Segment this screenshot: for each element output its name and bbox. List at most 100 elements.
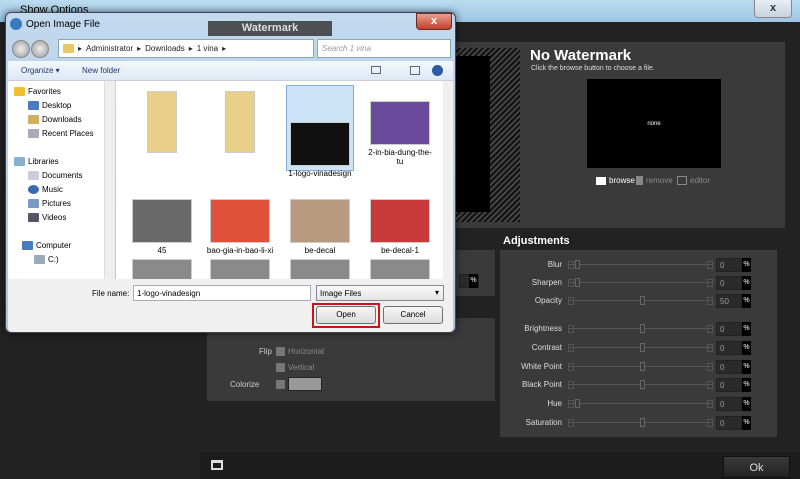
search-input[interactable]: Search 1 vina: [317, 39, 451, 58]
dialog-close-button[interactable]: x: [416, 13, 452, 30]
adjustment-slider-thumb[interactable]: [640, 296, 645, 305]
adjustment-value-input[interactable]: 0: [716, 258, 742, 272]
file-name: be-decal: [304, 246, 336, 255]
file-item[interactable]: 1-logo-vinadesign: [286, 85, 354, 178]
forward-button[interactable]: [31, 40, 49, 58]
adjustment-row: Sharpen 0 %: [500, 276, 777, 290]
file-item[interactable]: [206, 259, 274, 279]
browse-label: browse: [609, 176, 635, 185]
organize-menu[interactable]: Organize ▾: [21, 66, 60, 75]
window-close-button[interactable]: x: [754, 0, 792, 18]
nav-downloads[interactable]: Downloads: [28, 115, 82, 124]
filetype-select[interactable]: Image Files ▾: [316, 285, 444, 301]
adjustment-slider-thumb[interactable]: [640, 362, 645, 371]
adjustment-slider-track[interactable]: [568, 403, 712, 404]
breadcrumb-item[interactable]: 1 vina: [197, 44, 218, 53]
computer-icon: [22, 241, 33, 250]
preview-pane-icon[interactable]: [410, 66, 420, 75]
adjustment-slider-thumb[interactable]: [575, 260, 580, 269]
nav-label: Computer: [36, 241, 72, 250]
address-bar[interactable]: ▸ Administrator ▸ Downloads ▸ 1 vina ▸: [58, 39, 314, 58]
adjustment-value-input[interactable]: 0: [716, 276, 742, 290]
slider-min-cap: [568, 261, 574, 269]
file-item[interactable]: [206, 87, 274, 156]
adjustment-value-input[interactable]: 50: [716, 294, 742, 308]
breadcrumb-sep: ▸: [78, 44, 83, 53]
adjustment-slider-track[interactable]: [568, 264, 712, 265]
nav-label: Pictures: [42, 199, 71, 208]
nav-drive[interactable]: C:): [34, 255, 59, 264]
percent-label: %: [742, 416, 751, 430]
adjustment-value-input[interactable]: 0: [716, 378, 742, 392]
adjustment-row: Brightness 0 %: [500, 322, 777, 336]
nav-scrollbar[interactable]: [105, 81, 115, 279]
adjustment-value-input[interactable]: 0: [716, 322, 742, 336]
colorize-color-swatch[interactable]: [288, 377, 322, 391]
adjustment-slider-track[interactable]: [568, 282, 712, 283]
slider-max-cap: [707, 419, 713, 427]
adjustment-slider-thumb[interactable]: [640, 418, 645, 427]
adjustment-slider-thumb[interactable]: [640, 324, 645, 333]
breadcrumb-item[interactable]: Administrator: [86, 44, 133, 53]
tab-watermark[interactable]: Watermark: [208, 21, 332, 36]
colorize-label: Colorize: [230, 380, 260, 389]
nav-libraries[interactable]: Libraries: [14, 157, 59, 166]
filename-input[interactable]: 1-logo-vinadesign: [133, 285, 311, 301]
adjustment-slider-thumb[interactable]: [640, 380, 645, 389]
file-name: be-decal-1: [381, 246, 419, 255]
adjustment-value-input[interactable]: 0: [716, 416, 742, 430]
adjustment-value-input[interactable]: 0: [716, 360, 742, 374]
back-button[interactable]: [12, 40, 30, 58]
nav-documents[interactable]: Documents: [28, 171, 82, 180]
nav-favorites[interactable]: Favorites: [14, 87, 61, 96]
view-icon[interactable]: [371, 66, 381, 74]
file-thumbnail: [290, 199, 350, 243]
colorize-checkbox[interactable]: [276, 380, 285, 389]
nav-music[interactable]: Music: [28, 185, 63, 194]
adjustment-value-input[interactable]: 0: [716, 341, 742, 355]
file-item[interactable]: [286, 259, 354, 279]
percent-label: %: [742, 397, 751, 411]
folder-icon: [63, 44, 74, 53]
flip-horizontal-checkbox[interactable]: [276, 347, 285, 356]
file-list: 1-logo-vinadesign 2-in-bia-dung-the-tu 45 b…: [116, 81, 443, 279]
file-list-scrollbar[interactable]: [443, 81, 453, 279]
remove-button[interactable]: remove: [636, 176, 673, 185]
nav-pictures[interactable]: Pictures: [28, 199, 71, 208]
nav-videos[interactable]: Videos: [28, 213, 66, 222]
file-item[interactable]: 2-in-bia-dung-the-tu: [366, 87, 434, 166]
cancel-button[interactable]: Cancel: [383, 306, 443, 324]
adjustment-label: Contrast: [531, 343, 562, 352]
navigation-pane: Favorites Desktop Downloads Recent Place…: [8, 81, 105, 279]
adjustment-slider-thumb[interactable]: [575, 278, 580, 287]
file-item[interactable]: 45: [128, 185, 196, 255]
adjustment-slider-thumb[interactable]: [640, 343, 645, 352]
new-folder-button[interactable]: New folder: [82, 66, 120, 75]
file-item[interactable]: [128, 87, 196, 156]
filename-label: File name:: [92, 289, 130, 298]
breadcrumb-sep: ▸: [222, 44, 227, 53]
open-button[interactable]: Open: [316, 306, 376, 324]
browse-button[interactable]: browse: [596, 176, 635, 185]
adjustment-row: Saturation 0 %: [500, 416, 777, 430]
file-thumbnail: [147, 91, 177, 153]
file-item[interactable]: bao-gia-in-bao-li-xi: [206, 185, 274, 255]
adjustment-row: Contrast 0 %: [500, 341, 777, 355]
file-item[interactable]: [128, 259, 196, 279]
window-mode-icon[interactable]: [211, 460, 223, 470]
nav-computer[interactable]: Computer: [22, 241, 71, 250]
file-item[interactable]: be-decal-1: [366, 185, 434, 255]
folder-icon: [596, 176, 606, 185]
editor-button[interactable]: editor: [677, 176, 710, 185]
adjustment-value-input[interactable]: 0: [716, 397, 742, 411]
breadcrumb-item[interactable]: Downloads: [145, 44, 185, 53]
file-item[interactable]: [366, 259, 434, 279]
nav-desktop[interactable]: Desktop: [28, 101, 71, 110]
help-icon[interactable]: [432, 65, 443, 76]
adjustments-panel: Blur 0 % Sharpen 0 % Opacity 50 % Brightnes…: [500, 250, 777, 437]
ok-button[interactable]: Ok: [723, 456, 790, 478]
nav-recent-places[interactable]: Recent Places: [28, 129, 94, 138]
adjustment-slider-thumb[interactable]: [575, 399, 580, 408]
flip-vertical-checkbox[interactable]: [276, 363, 285, 372]
file-item[interactable]: be-decal: [286, 185, 354, 255]
